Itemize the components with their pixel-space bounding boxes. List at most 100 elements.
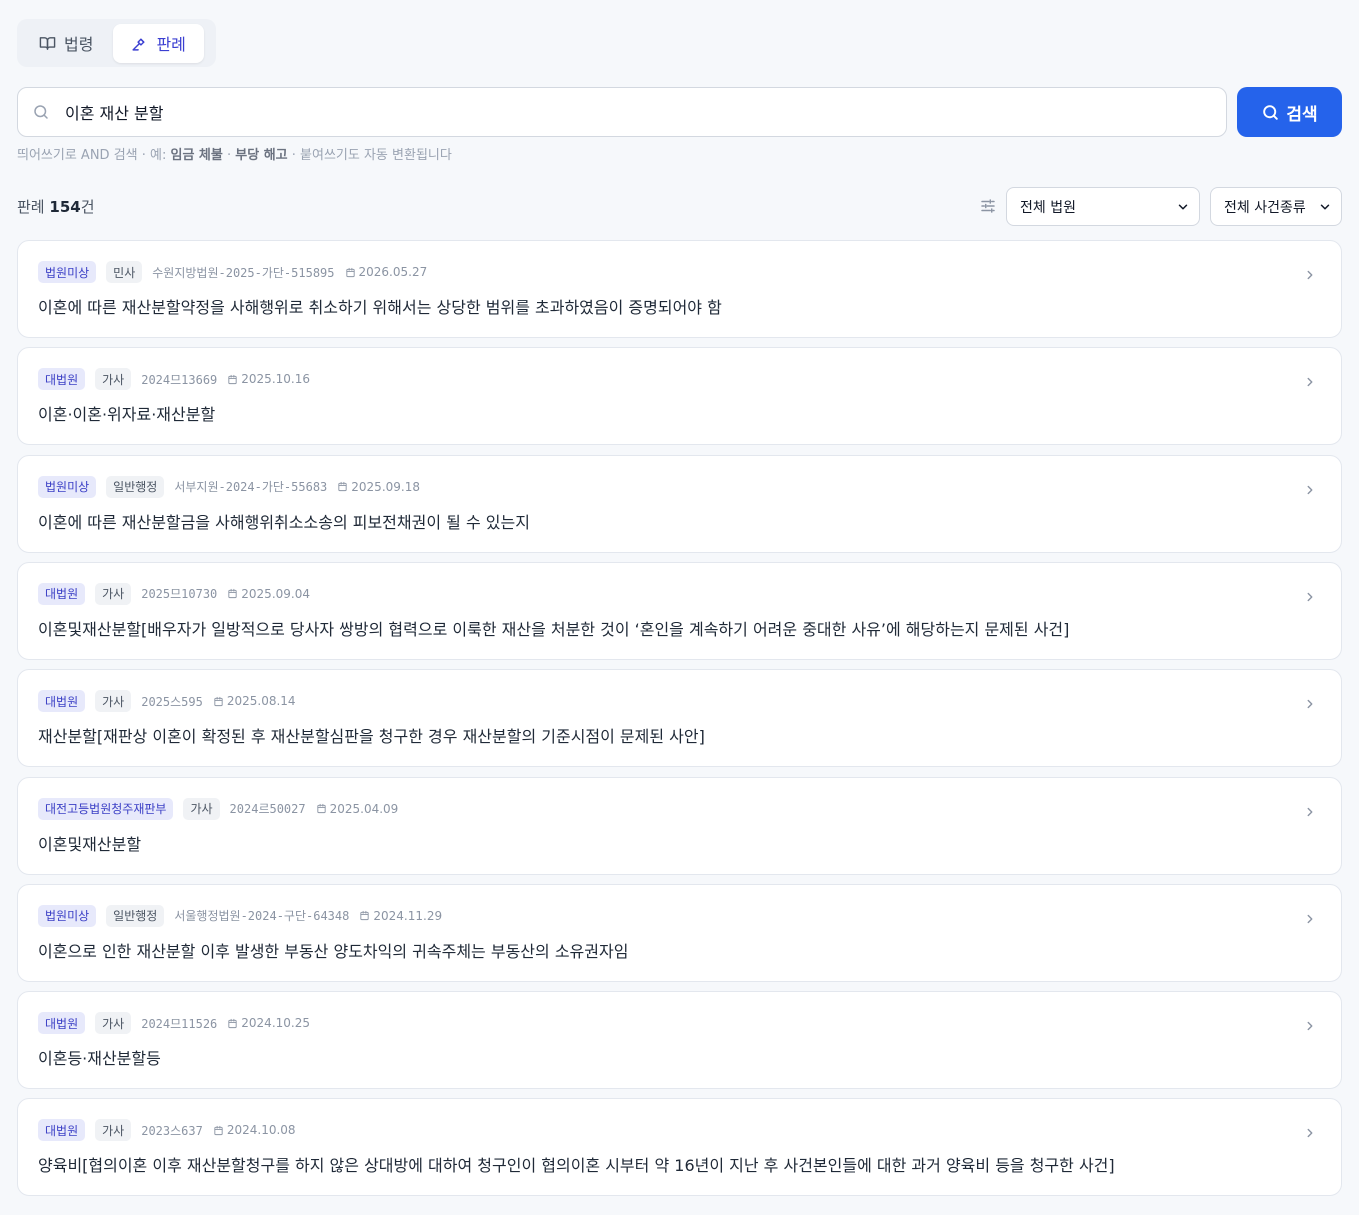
chevron-right-icon — [1307, 270, 1313, 280]
case-date: 2025.10.16 — [227, 372, 310, 386]
case-date: 2026.05.27 — [345, 265, 427, 279]
chevron-right-icon — [1307, 699, 1313, 709]
case-type-badge: 가사 — [95, 1119, 132, 1142]
case-title: 양육비[협의이혼 이후 재산분할청구를 하지 않은 상대방에 대하여 청구인이 … — [38, 1156, 1115, 1176]
case-date-text: 2025.08.14 — [226, 694, 296, 709]
case-type-filter-select[interactable]: 전체 사건종류 — [1210, 187, 1342, 226]
case-title: 이혼에 따른 재산분할약정을 사해행위로 취소하기 위해서는 상당한 범위를 초… — [38, 298, 722, 317]
hint-separator: · — [222, 148, 236, 163]
chevron-right-icon — [1307, 914, 1313, 923]
case-type-badge: 민사 — [106, 261, 143, 283]
search-hint: 띄어쓰기로 AND 검색 · 예: 임금 체불 · 부당 해고 · 붙여쓰기도 … — [17, 144, 452, 163]
search-button[interactable]: 검색 — [1237, 87, 1342, 137]
court-badge: 대법원 — [38, 1012, 86, 1035]
case-type-badge: 일반행정 — [106, 904, 165, 927]
result-unit: 건 — [80, 198, 95, 216]
hint-example-2: 부당 해고 — [235, 148, 288, 163]
chevron-right-icon — [1307, 485, 1313, 494]
tab-statutes-label: 법령 — [64, 35, 94, 54]
search-icon — [1263, 104, 1279, 120]
case-card[interactable]: 대법원 가사 2025스595 2025.08.14 재산분할[재판상 이혼이 … — [17, 669, 1342, 768]
gavel-icon — [132, 38, 145, 51]
case-meta: 법원미상 일반행정 서부지원-2024-가단-55683 2025.09.18 — [38, 475, 420, 498]
calendar-icon — [360, 911, 369, 921]
calendar-icon — [228, 1018, 237, 1028]
calendar-icon — [338, 482, 347, 492]
case-date-text: 2024.10.25 — [241, 1016, 310, 1031]
book-icon — [39, 36, 56, 50]
case-number: 2025스595 — [141, 694, 203, 709]
case-date: 2025.04.09 — [316, 801, 399, 816]
case-card[interactable]: 대법원 가사 2023스637 2024.10.08 양육비[협의이혼 이후 재… — [17, 1098, 1342, 1197]
court-filter-select[interactable]: 전체 법원 — [1006, 187, 1200, 226]
court-badge: 대법원 — [38, 368, 86, 391]
case-title: 이혼·이혼·위자료·재산분할 — [38, 405, 216, 425]
tab-precedents-label: 판례 — [156, 35, 186, 54]
chevron-right-icon — [1307, 592, 1313, 602]
case-number: 수원지방법원-2025-가단-515895 — [152, 265, 335, 280]
case-type-filter-value: 전체 사건종류 — [1224, 199, 1306, 216]
tab-statutes[interactable]: 법령 — [21, 24, 111, 63]
case-date: 2024.10.08 — [213, 1123, 296, 1137]
case-card[interactable]: 법원미상 일반행정 서울행정법원-2024-구단-64348 2024.11.2… — [17, 883, 1342, 982]
case-card[interactable]: 대법원 가사 2024므13669 2025.10.16 이혼·이혼·위자료·재… — [17, 347, 1342, 446]
case-number: 서울행정법원-2024-구단-64348 — [174, 909, 350, 924]
result-label: 판례 — [17, 198, 45, 216]
case-date: 2025.08.14 — [213, 694, 296, 708]
search-box — [17, 87, 1227, 137]
case-title: 이혼에 따른 재산분할금을 사해행위취소소송의 피보전채권이 될 수 있는지 — [38, 512, 530, 532]
case-type-badge: 가사 — [95, 1012, 132, 1035]
case-date-text: 2025.09.18 — [351, 479, 420, 494]
case-number: 서부지원-2024-가단-55683 — [174, 480, 328, 495]
case-date: 2024.10.25 — [227, 1016, 310, 1030]
hint-example-1: 임금 체불 — [170, 148, 223, 163]
case-number: 2024르50027 — [229, 802, 306, 816]
court-badge: 대법원 — [38, 690, 86, 713]
case-title: 이혼으로 인한 재산분할 이후 발생한 부동산 양도차익의 귀속주체는 부동산의… — [38, 941, 629, 961]
case-meta: 대법원 가사 2024므11526 2024.10.25 — [38, 1012, 310, 1035]
case-date: 2025.09.18 — [337, 480, 420, 494]
search-button-label: 검색 — [1286, 104, 1318, 125]
hint-prefix: 띄어쓰기로 AND 검색 · 예: — [17, 148, 171, 163]
chevron-down-icon — [1178, 203, 1188, 210]
case-card[interactable]: 법원미상 민사 수원지방법원-2025-가단-515895 2026.05.27… — [17, 240, 1342, 338]
court-badge: 법원미상 — [38, 261, 97, 283]
case-date-text: 2025.04.09 — [329, 801, 399, 816]
case-date-text: 2025.09.04 — [241, 586, 310, 601]
case-number: 2025므10730 — [141, 587, 218, 602]
chevron-down-icon — [1320, 203, 1330, 210]
court-badge: 대전고등법원청주재판부 — [38, 797, 174, 820]
chevron-right-icon — [1307, 1129, 1313, 1138]
case-card[interactable]: 대법원 가사 2024므11526 2024.10.25 이혼등·재산분할등 — [17, 991, 1342, 1090]
case-meta: 법원미상 민사 수원지방법원-2025-가단-515895 2026.05.27 — [38, 261, 427, 283]
case-number: 2024므13669 — [141, 372, 218, 387]
sliders-icon — [981, 199, 995, 213]
result-count: 판례 154건 — [17, 196, 95, 217]
chevron-right-icon — [1307, 807, 1313, 816]
case-meta: 대전고등법원청주재판부 가사 2024르50027 2025.04.09 — [38, 797, 399, 820]
search-icon — [34, 105, 48, 119]
case-title: 이혼등·재산분할등 — [38, 1049, 161, 1069]
case-card[interactable]: 대전고등법원청주재판부 가사 2024르50027 2025.04.09 이혼및… — [17, 776, 1342, 875]
case-type-badge: 가사 — [95, 582, 132, 605]
search-input[interactable] — [65, 102, 1165, 122]
chevron-right-icon — [1307, 1021, 1313, 1031]
calendar-icon — [316, 803, 326, 814]
result-number: 154 — [49, 198, 81, 216]
court-badge: 법원미상 — [38, 904, 97, 927]
case-title: 이혼및재산분할[배우자가 일방적으로 당사자 쌍방의 협력으로 이룩한 재산을 … — [38, 619, 1070, 639]
case-date-text: 2025.10.16 — [241, 372, 310, 387]
case-date-text: 2024.10.08 — [226, 1123, 296, 1138]
case-card[interactable]: 대법원 가사 2025므10730 2025.09.04 이혼및재산분할[배우자… — [17, 561, 1342, 660]
calendar-icon — [214, 1125, 223, 1135]
tab-bar: 법령 판례 — [17, 19, 216, 67]
court-filter-value: 전체 법원 — [1020, 199, 1076, 216]
case-card[interactable]: 법원미상 일반행정 서부지원-2024-가단-55683 2025.09.18 … — [17, 454, 1342, 553]
chevron-right-icon — [1307, 378, 1313, 387]
tab-precedents[interactable]: 판례 — [113, 23, 204, 63]
case-meta: 대법원 가사 2025므10730 2025.09.04 — [38, 582, 310, 605]
case-date: 2024.11.29 — [359, 909, 442, 923]
case-meta: 대법원 가사 2025스595 2025.08.14 — [38, 690, 296, 713]
calendar-icon — [214, 696, 223, 706]
case-type-badge: 가사 — [183, 797, 220, 820]
